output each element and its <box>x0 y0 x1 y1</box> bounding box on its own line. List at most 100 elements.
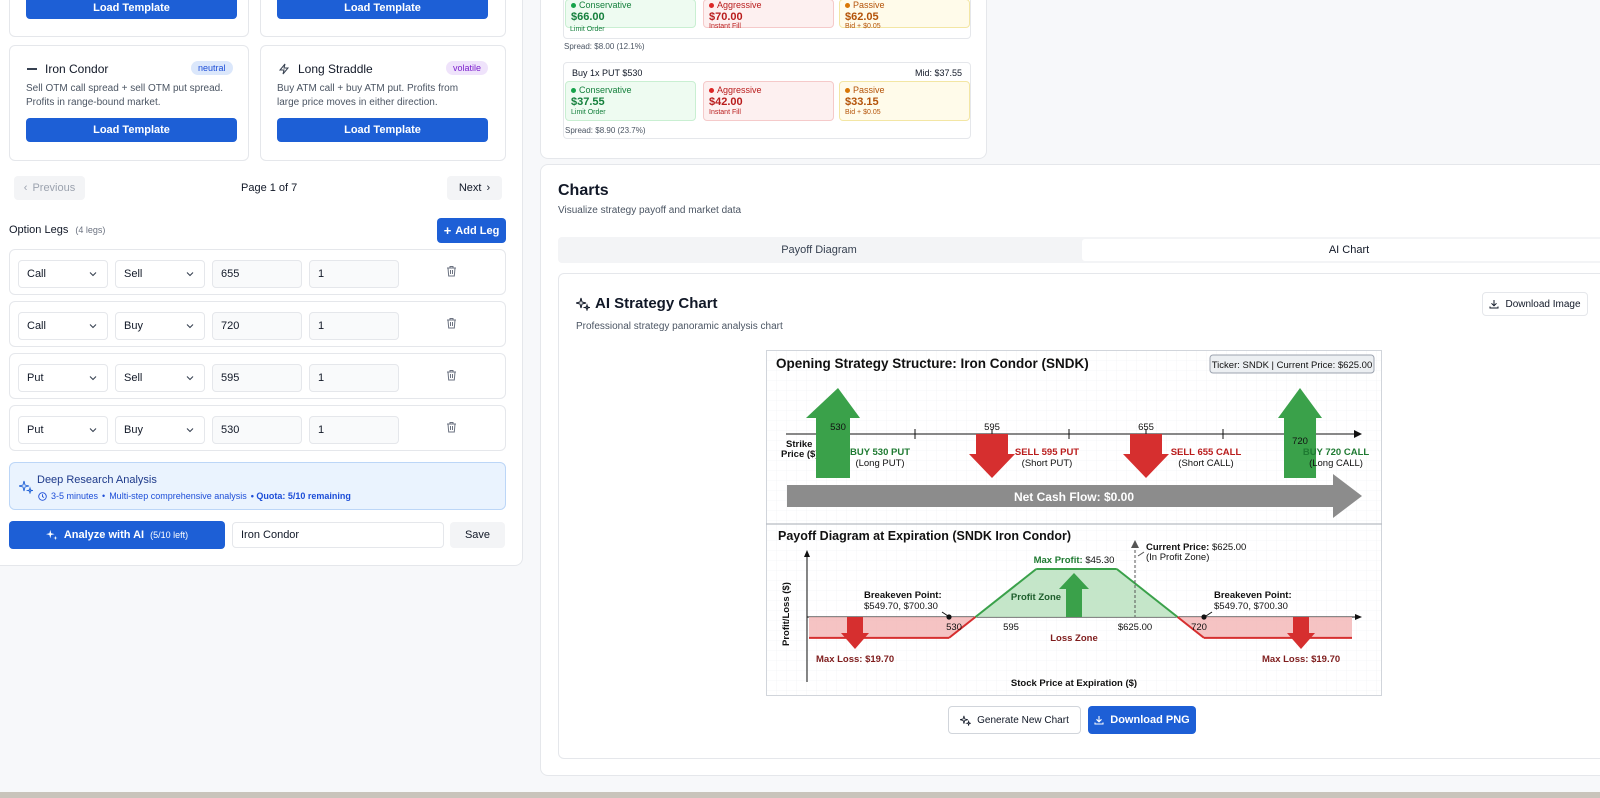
trash-icon[interactable] <box>446 265 457 277</box>
add-leg-button[interactable]: + Add Leg <box>437 218 506 243</box>
mid-price: Mid: $37.55 <box>914 68 962 78</box>
chevron-down-icon <box>186 272 194 277</box>
conservative-quote[interactable]: Conservative $37.55 Limit Order <box>565 81 696 121</box>
load-template-button[interactable]: Load Template <box>26 118 237 142</box>
trash-icon[interactable] <box>446 369 457 381</box>
execution-quotes-panel: Conservative $66.00 Aggressive $70.00 In… <box>540 0 987 159</box>
ai-chart-card: AI Strategy Chart Professional strategy … <box>558 273 1600 759</box>
leg-label: SELL 595 PUT <box>1015 447 1079 458</box>
action-select[interactable]: Buy <box>115 416 205 444</box>
strike-input[interactable]: 655 <box>212 260 302 288</box>
download-png-button[interactable]: Download PNG <box>1088 706 1196 734</box>
chevron-down-icon <box>89 324 97 329</box>
template-description: Sell OTM call spread + sell OTM put spre… <box>26 83 224 108</box>
strike-input[interactable]: 530 <box>212 416 302 444</box>
option-leg-row: Call Buy 720 1 <box>9 301 506 347</box>
aggressive-quote[interactable]: Aggressive $70.00 Instant Fill <box>703 0 834 30</box>
payoff-title: Payoff Diagram at Expiration (SNDK Iron … <box>778 529 1071 543</box>
profit-zone-label: Profit Zone <box>1011 592 1061 603</box>
next-button[interactable]: Next › <box>447 176 502 200</box>
quantity-input[interactable]: 1 <box>309 364 399 392</box>
clock-icon <box>38 491 47 501</box>
passive-quote[interactable]: Passive $62.05 Bid + $0.05 <box>839 0 970 30</box>
quantity-input[interactable]: 1 <box>309 416 399 444</box>
template-title: Iron Condor <box>27 62 108 76</box>
load-template-button[interactable]: Load Template <box>26 0 237 19</box>
chevron-down-icon <box>186 428 194 433</box>
current-price-sublabel: (In Profit Zone) <box>1146 552 1209 563</box>
lightning-icon <box>278 63 290 75</box>
spread-text: Spread: $8.90 (23.7%) <box>565 126 646 135</box>
strike-label: 530 <box>830 422 846 433</box>
tag-badge: volatile <box>446 61 489 75</box>
action-select[interactable]: Buy <box>115 312 205 340</box>
research-title: Deep Research Analysis <box>37 474 157 486</box>
x-tick-label: 720 <box>1191 622 1207 633</box>
quantity-input[interactable]: 1 <box>309 260 399 288</box>
charts-panel: Charts Visualize strategy payoff and mar… <box>540 164 1600 776</box>
breakeven-label: Breakeven Point: <box>864 590 942 601</box>
strike-input[interactable]: 720 <box>212 312 302 340</box>
ticker-label: Ticker: SNDK | Current Price: $625.00 <box>1212 360 1373 371</box>
template-title: Long Straddle <box>278 62 373 76</box>
strike-label: 720 <box>1292 436 1308 447</box>
payoff-x-label: Stock Price at Expiration ($) <box>1011 678 1137 689</box>
download-image-button[interactable]: Download Image <box>1482 292 1588 316</box>
trash-icon[interactable] <box>446 317 457 329</box>
window-bottom-edge <box>0 792 1600 798</box>
chevron-left-icon: ‹ <box>23 182 28 194</box>
x-tick-label: 595 <box>1003 622 1019 633</box>
x-tick-label: 530 <box>946 622 962 633</box>
strike-label: 595 <box>984 422 1000 433</box>
conservative-quote[interactable]: Conservative $66.00 <box>565 0 696 28</box>
quote-row-top: Conservative $66.00 Aggressive $70.00 In… <box>563 0 971 39</box>
aggressive-quote[interactable]: Aggressive $42.00 Instant Fill <box>703 81 834 121</box>
limit-order-label: Limit Order <box>570 26 605 33</box>
action-select[interactable]: Sell <box>115 260 205 288</box>
quantity-input[interactable]: 1 <box>309 312 399 340</box>
charts-title: Charts <box>558 182 609 199</box>
download-icon <box>1489 300 1499 309</box>
max-loss-label: Max Loss: $19.70 <box>816 654 894 665</box>
deep-research-panel[interactable]: Deep Research Analysis 3-5 minutes • Mul… <box>9 462 506 510</box>
x-tick-label: $625.00 <box>1118 622 1152 633</box>
strike-axis-label: Price ($) <box>781 449 819 460</box>
breakeven-values: $549.70, $700.30 <box>864 601 938 612</box>
option-type-select[interactable]: Put <box>18 364 108 392</box>
passive-quote[interactable]: Passive $33.15 Bid + $0.05 <box>839 81 970 121</box>
save-button[interactable]: Save <box>450 522 505 548</box>
option-type-select[interactable]: Call <box>18 260 108 288</box>
strike-label: 655 <box>1138 422 1154 433</box>
previous-button[interactable]: ‹ Previous <box>14 176 85 200</box>
load-template-button[interactable]: Load Template <box>277 0 488 19</box>
option-type-select[interactable]: Call <box>18 312 108 340</box>
load-template-button[interactable]: Load Template <box>277 118 488 142</box>
plus-icon: + <box>443 223 452 238</box>
option-legs-header: Option Legs (4 legs) <box>9 224 106 236</box>
leg-sublabel: (Long CALL) <box>1309 458 1363 469</box>
chart-tabs: Payoff Diagram AI Chart <box>558 237 1600 263</box>
tab-payoff-diagram[interactable]: Payoff Diagram <box>560 239 1078 261</box>
generate-new-chart-button[interactable]: Generate New Chart <box>948 706 1081 734</box>
loss-zone-label: Loss Zone <box>1050 633 1098 644</box>
breakeven-label: Breakeven Point: <box>1214 590 1292 601</box>
trash-icon[interactable] <box>446 421 457 433</box>
spread-text: Spread: $8.00 (12.1%) <box>564 42 645 51</box>
chevron-down-icon <box>89 272 97 277</box>
chevron-right-icon: › <box>486 182 491 194</box>
action-select[interactable]: Sell <box>115 364 205 392</box>
leg-sublabel: (Short PUT) <box>1022 458 1073 469</box>
download-icon <box>1094 716 1104 725</box>
leg-sublabel: (Long PUT) <box>855 458 904 469</box>
analyze-with-ai-button[interactable]: Analyze with AI (5/10 left) <box>9 521 225 549</box>
tab-ai-chart[interactable]: AI Chart <box>1082 239 1600 261</box>
max-profit-label: Max Profit: $45.30 <box>1034 555 1115 566</box>
chevron-down-icon <box>89 428 97 433</box>
strategy-name-input[interactable]: Iron Condor <box>232 522 444 548</box>
option-type-select[interactable]: Put <box>18 416 108 444</box>
ai-chart-subtitle: Professional strategy panoramic analysis… <box>576 321 783 332</box>
charts-subtitle: Visualize strategy payoff and market dat… <box>558 205 742 216</box>
ai-chart-title: AI Strategy Chart <box>595 295 718 312</box>
sparkle-icon <box>960 715 972 726</box>
strike-input[interactable]: 595 <box>212 364 302 392</box>
